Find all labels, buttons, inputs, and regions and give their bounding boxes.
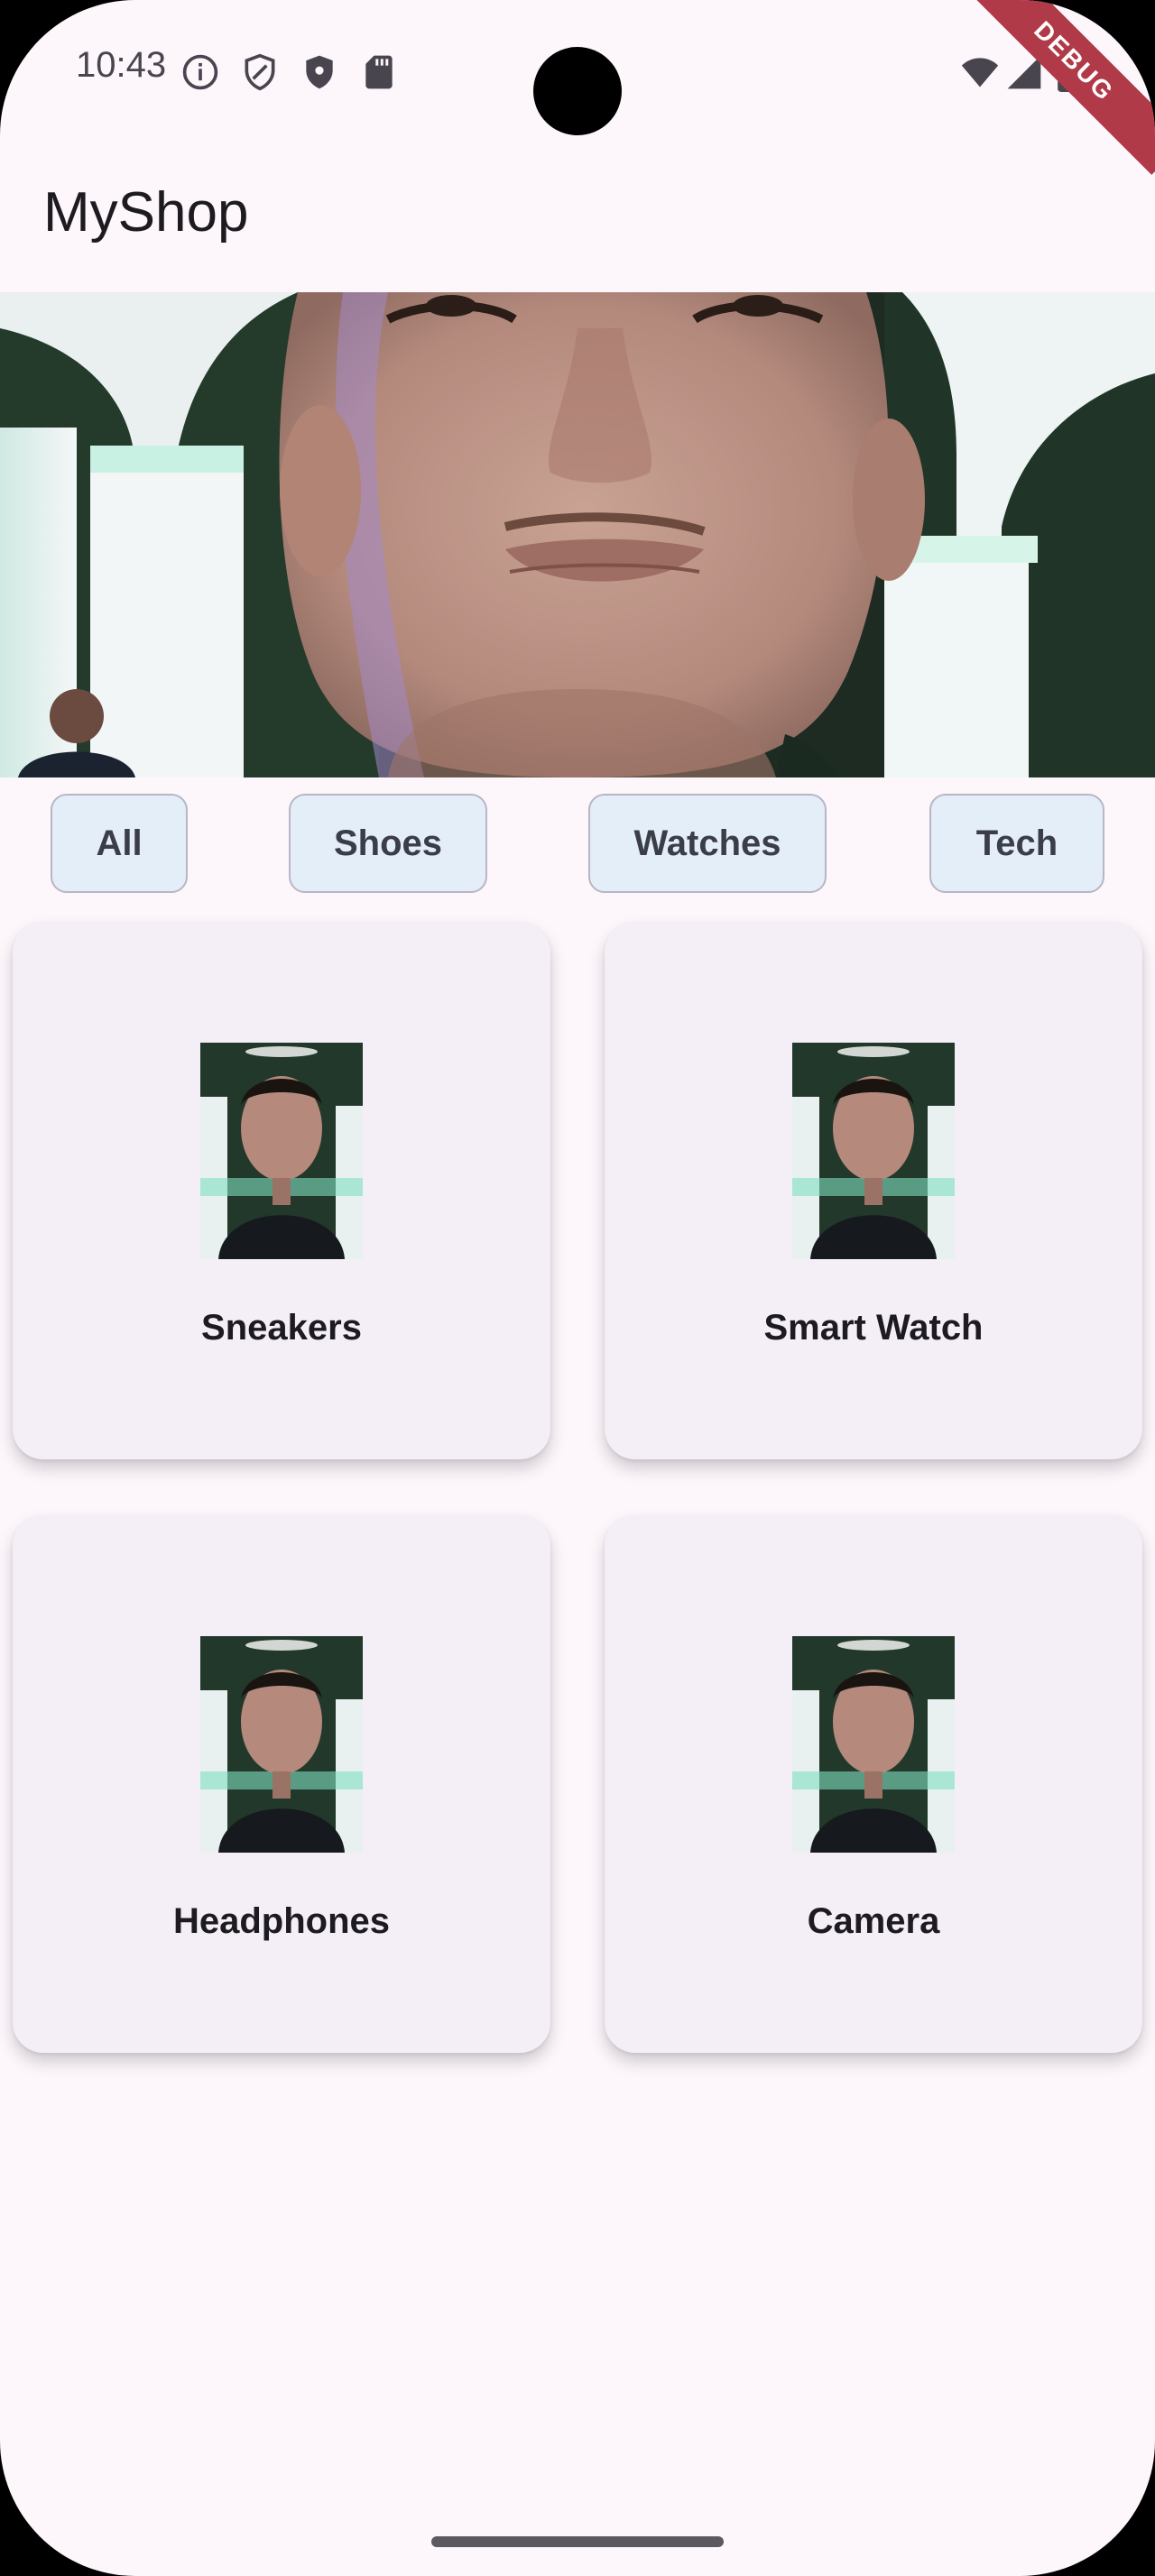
product-name: Camera xyxy=(807,1901,940,1941)
product-image xyxy=(200,1636,363,1853)
app-title: MyShop xyxy=(43,181,249,244)
category-chip-label: Shoes xyxy=(333,823,443,863)
product-card-headphones[interactable]: Headphones xyxy=(13,1515,550,2053)
shield-outline-icon xyxy=(245,53,275,91)
hero-banner-image xyxy=(0,292,1155,777)
category-chip-tech[interactable]: Tech xyxy=(929,794,1104,893)
category-chip-label: All xyxy=(96,823,143,863)
category-chip-all[interactable]: All xyxy=(51,794,188,893)
shield-filled-icon xyxy=(306,55,333,89)
product-image xyxy=(200,1043,363,1259)
home-indicator[interactable] xyxy=(431,2536,724,2547)
product-image xyxy=(792,1636,955,1853)
wifi-icon xyxy=(961,58,999,87)
status-time: 10:43 xyxy=(76,45,167,85)
product-name: Smart Watch xyxy=(763,1308,984,1348)
product-name: Headphones xyxy=(172,1901,391,1941)
info-icon xyxy=(182,54,218,90)
sd-card-icon xyxy=(365,55,393,89)
category-chip-watches[interactable]: Watches xyxy=(588,794,827,893)
category-chip-label: Watches xyxy=(633,823,781,863)
product-image xyxy=(792,1043,955,1259)
category-chip-shoes[interactable]: Shoes xyxy=(289,794,487,893)
front-camera xyxy=(533,47,622,135)
product-name: Sneakers xyxy=(201,1308,362,1348)
phone-screen: 10:43 DEBUG MyShop All Shoes Watches Tec… xyxy=(0,0,1155,2576)
product-card-sneakers[interactable]: Sneakers xyxy=(13,922,550,1459)
product-card-smart-watch[interactable]: Smart Watch xyxy=(605,922,1142,1459)
status-bar: 10:43 DEBUG xyxy=(0,0,1155,175)
product-card-camera[interactable]: Camera xyxy=(605,1515,1142,2053)
category-chip-label: Tech xyxy=(975,823,1058,863)
